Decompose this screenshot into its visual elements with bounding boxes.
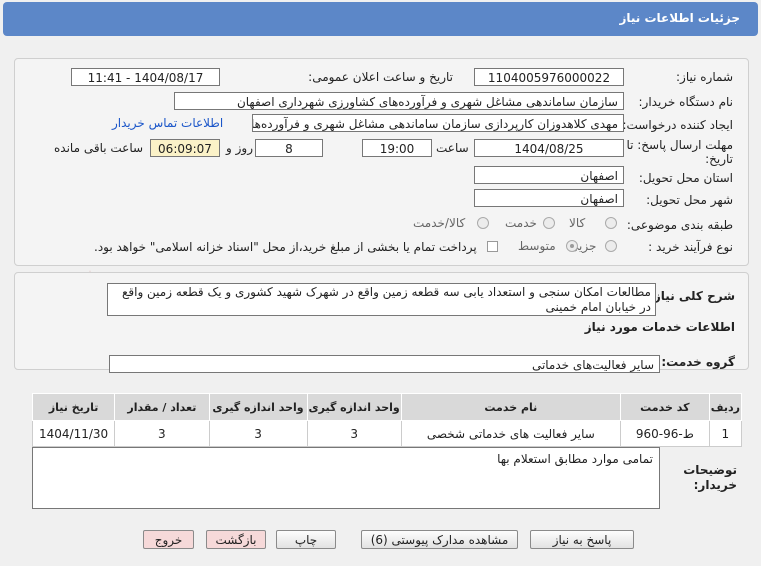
exit-button[interactable]: خروج: [143, 530, 194, 549]
print-button[interactable]: چاپ: [276, 530, 336, 549]
col-quantity: تعداد / مقدار: [114, 393, 210, 421]
buyer-org-field: سازمان ساماندهی مشاغل شهری و فرآورده‌های…: [174, 92, 624, 110]
col-row: ردیف: [708, 393, 743, 421]
view-documents-button[interactable]: مشاهده مدارک پیوستی (6): [361, 530, 518, 549]
category-radio-goods-service[interactable]: [477, 217, 489, 229]
announce-label: تاریخ و ساعت اعلان عمومی:: [308, 70, 453, 84]
col-service-code: کد خدمت: [619, 393, 710, 421]
services-header: اطلاعات خدمات مورد نیاز: [584, 320, 735, 334]
buyer-org-label: نام دستگاه خریدار:: [638, 95, 734, 109]
reply-button[interactable]: پاسخ به نیاز: [530, 530, 634, 549]
category-option-goods-service: کالا/خدمت: [413, 216, 466, 230]
table-row: 1404/11/30 3 3 3 سایر فعالیت های خدماتی …: [31, 420, 743, 447]
col-count: واحد اندازه گیری: [208, 393, 308, 421]
page-title: جزئیات اطلاعات نیاز: [619, 11, 740, 25]
table-header-row: تاریخ نیاز تعداد / مقدار واحد اندازه گیر…: [31, 393, 743, 421]
cell-service-code: ط-96-960: [619, 420, 710, 447]
notes-label: توضیحات: [683, 463, 737, 477]
process-radio-minor[interactable]: [605, 240, 617, 252]
category-radio-service[interactable]: [543, 217, 555, 229]
cell-service-name: سایر فعالیت های خدماتی شخصی: [400, 420, 621, 447]
description-textarea[interactable]: مطالعات امکان سنجی و استعداد یابی سه قطع…: [107, 283, 656, 316]
cell-quantity: 3: [114, 420, 210, 447]
days-field: 8: [255, 139, 323, 157]
remaining-time-field: 06:09:07: [150, 139, 220, 157]
treasury-checkbox[interactable]: [487, 241, 498, 252]
deadline-time-field: 19:00: [362, 139, 432, 157]
process-label: نوع فرآیند خرید :: [648, 240, 733, 254]
creator-field: مهدی کلاهدوزان کارپردازی سازمان ساماندهی…: [252, 114, 624, 132]
cell-count: 3: [208, 420, 308, 447]
province-field: اصفهان: [474, 166, 624, 184]
category-option-goods: کالا: [569, 216, 586, 230]
description-label: شرح کلی نیاز:: [649, 289, 735, 303]
province-label: استان محل تحویل:: [638, 171, 733, 185]
deadline-label-date: تاریخ:: [705, 152, 733, 166]
cell-need-date: 1404/11/30: [31, 420, 116, 447]
deadline-date-field: 1404/08/25: [474, 139, 624, 157]
process-option-medium: متوسط: [518, 239, 556, 253]
remaining-label: ساعت باقی مانده: [54, 141, 144, 155]
announce-field: 1404/08/17 - 11:41: [71, 68, 220, 86]
payment-note: پرداخت تمام یا بخشی از مبلغ خرید،از محل …: [94, 240, 477, 254]
need-number-field: 1104005976000022: [474, 68, 624, 86]
creator-label: ایجاد کننده درخواست:: [622, 118, 733, 132]
service-group-field: سایر فعالیت‌های خدماتی: [109, 355, 660, 373]
title-bar: جزئیات اطلاعات نیاز: [3, 2, 758, 36]
process-radio-medium[interactable]: [566, 240, 578, 252]
notes-textarea[interactable]: تمامی موارد مطابق استعلام بها: [32, 447, 660, 509]
category-radio-goods[interactable]: [605, 217, 617, 229]
deadline-time-label: ساعت: [436, 141, 469, 155]
need-info-panel: [14, 58, 749, 266]
city-label: شهر محل تحویل:: [646, 193, 733, 207]
cell-unit: 3: [306, 420, 402, 447]
back-button[interactable]: بازگشت: [206, 530, 266, 549]
col-unit: واحد اندازه گیری: [306, 393, 402, 421]
cell-row: 1: [708, 420, 743, 447]
contact-info-link[interactable]: اطلاعات تماس خریدار: [112, 116, 223, 130]
deadline-label: مهلت ارسال پاسخ: تا: [626, 138, 733, 152]
need-number-label: شماره نیاز:: [676, 70, 733, 84]
city-field: اصفهان: [474, 189, 624, 207]
service-group-label: گروه خدمت:: [661, 355, 735, 369]
col-need-date: تاریخ نیاز: [31, 393, 116, 421]
services-table: تاریخ نیاز تعداد / مقدار واحد اندازه گیر…: [31, 393, 743, 447]
notes-label-buyer: خریدار:: [693, 478, 737, 492]
category-option-service: خدمت: [505, 216, 537, 230]
category-label: طبقه بندی موضوعی:: [626, 218, 733, 232]
col-service-name: نام خدمت: [400, 393, 621, 421]
days-label: روز و: [226, 141, 253, 155]
